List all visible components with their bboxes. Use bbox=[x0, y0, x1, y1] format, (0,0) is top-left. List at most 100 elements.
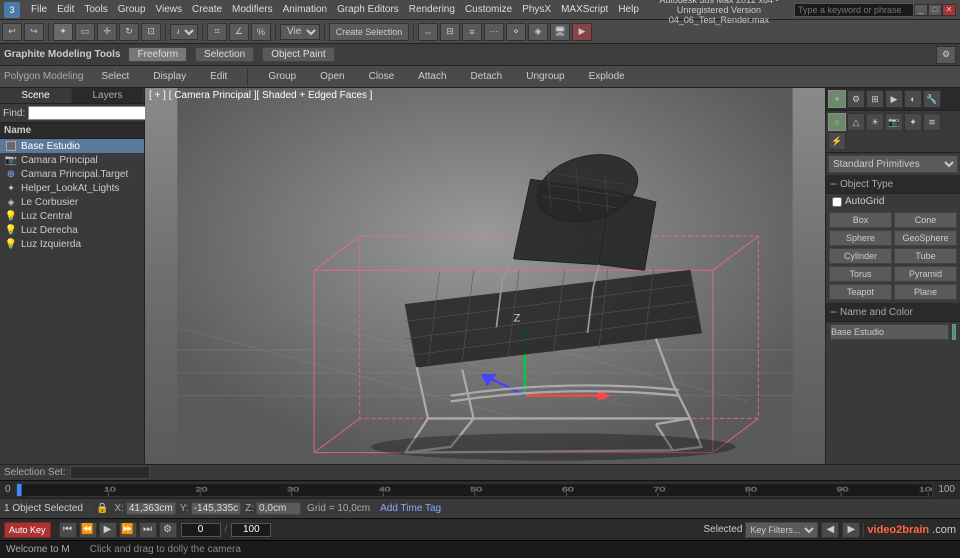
rotate-button[interactable]: ↻ bbox=[119, 23, 139, 41]
utilities-icon[interactable]: 🔧 bbox=[923, 90, 941, 108]
display-icon[interactable]: ◐ bbox=[904, 90, 922, 108]
mirror-button[interactable]: ⇔ bbox=[418, 23, 438, 41]
sphere-button[interactable]: Sphere bbox=[829, 230, 892, 246]
current-frame-input[interactable] bbox=[181, 523, 221, 537]
scene-item-luz-derecha[interactable]: 💡 Luz Derecha bbox=[0, 223, 144, 237]
menu-views[interactable]: Views bbox=[151, 4, 188, 15]
scene-item-camera-principal[interactable]: 📷 Camara Principal bbox=[0, 153, 144, 167]
search-input[interactable] bbox=[794, 3, 914, 17]
snap-percent-button[interactable]: % bbox=[251, 23, 271, 41]
plane-button[interactable]: Plane bbox=[894, 284, 957, 300]
systems-icon[interactable]: ⚡ bbox=[828, 132, 846, 150]
prev-frame-button[interactable]: ⏪ bbox=[79, 522, 97, 538]
viewport[interactable]: [ + ] [ Camera Principal ][ Shaded + Edg… bbox=[145, 88, 825, 464]
menu-rendering[interactable]: Rendering bbox=[404, 4, 460, 15]
geometry-icon[interactable]: ○ bbox=[828, 113, 846, 131]
minimize-button[interactable]: _ bbox=[914, 4, 928, 16]
graphite-tab-object-paint[interactable]: Object Paint bbox=[262, 47, 334, 62]
collapse-icon[interactable]: − bbox=[830, 177, 837, 191]
poly-select-btn[interactable]: Select bbox=[96, 70, 136, 83]
cone-button[interactable]: Cone bbox=[894, 212, 957, 228]
menu-maxscript[interactable]: MAXScript bbox=[556, 4, 613, 15]
select-object-button[interactable]: ✦ bbox=[53, 23, 73, 41]
menu-physx[interactable]: PhysX bbox=[517, 4, 556, 15]
motion-icon[interactable]: ▶ bbox=[885, 90, 903, 108]
select-region-button[interactable]: ▭ bbox=[75, 23, 95, 41]
poly-detach-btn[interactable]: Detach bbox=[465, 70, 509, 83]
snap-angle-button[interactable]: ∠ bbox=[229, 23, 249, 41]
play-options-button[interactable]: ⚙ bbox=[159, 522, 177, 538]
tube-button[interactable]: Tube bbox=[894, 248, 957, 264]
filter-select[interactable]: All bbox=[170, 24, 198, 40]
torus-button[interactable]: Torus bbox=[829, 266, 892, 282]
maximize-button[interactable]: □ bbox=[928, 4, 942, 16]
spacewarps-icon[interactable]: ≋ bbox=[923, 113, 941, 131]
viewport-canvas[interactable]: Z bbox=[145, 88, 825, 464]
menu-group[interactable]: Group bbox=[113, 4, 151, 15]
prev-key-button[interactable]: ◀ bbox=[821, 522, 839, 538]
undo-button[interactable]: ↩ bbox=[2, 23, 22, 41]
poly-close-btn[interactable]: Close bbox=[363, 70, 401, 83]
poly-group-btn[interactable]: Group bbox=[262, 70, 302, 83]
select-move-button[interactable]: ✛ bbox=[97, 23, 117, 41]
lights-icon[interactable]: ☀ bbox=[866, 113, 884, 131]
next-key-button[interactable]: ▶ bbox=[842, 522, 860, 538]
shapes-icon[interactable]: △ bbox=[847, 113, 865, 131]
menu-edit[interactable]: Edit bbox=[52, 4, 79, 15]
modify-icon[interactable]: ⚙ bbox=[847, 90, 865, 108]
cylinder-button[interactable]: Cylinder bbox=[829, 248, 892, 264]
scene-item-camera-target[interactable]: ⊕ Camara Principal.Target bbox=[0, 167, 144, 181]
scene-item-base-estudio[interactable]: Base Estudio bbox=[0, 139, 144, 153]
menu-help[interactable]: Help bbox=[613, 4, 644, 15]
auto-key-button[interactable]: Auto Key bbox=[4, 522, 51, 538]
material-editor-button[interactable]: ◈ bbox=[528, 23, 548, 41]
poly-attach-btn[interactable]: Attach bbox=[412, 70, 452, 83]
menu-animation[interactable]: Animation bbox=[278, 4, 332, 15]
graphite-tab-selection[interactable]: Selection bbox=[195, 47, 254, 62]
hierarchy-icon[interactable]: ⊞ bbox=[866, 90, 884, 108]
scene-item-le-corbusier[interactable]: ◈ Le Corbusier bbox=[0, 195, 144, 209]
selection-set-input[interactable] bbox=[70, 466, 150, 479]
redo-button[interactable]: ↪ bbox=[24, 23, 44, 41]
go-end-button[interactable]: ⏭ bbox=[139, 522, 157, 538]
menu-create[interactable]: Create bbox=[187, 4, 227, 15]
layer-button[interactable]: ≡ bbox=[462, 23, 482, 41]
poly-edit-btn[interactable]: Edit bbox=[204, 70, 233, 83]
cameras-icon[interactable]: 📷 bbox=[885, 113, 903, 131]
snap-3d-button[interactable]: ⌗ bbox=[207, 23, 227, 41]
color-swatch[interactable] bbox=[952, 324, 956, 340]
poly-explode-btn[interactable]: Explode bbox=[583, 70, 631, 83]
helpers-icon[interactable]: ✦ bbox=[904, 113, 922, 131]
pyramid-button[interactable]: Pyramid bbox=[894, 266, 957, 282]
timeline-track[interactable]: 10 20 30 40 50 60 70 80 90 100 bbox=[16, 483, 934, 497]
primitives-select[interactable]: Standard Primitives bbox=[828, 155, 958, 173]
box-button[interactable]: Box bbox=[829, 212, 892, 228]
poly-display-btn[interactable]: Display bbox=[147, 70, 192, 83]
close-button[interactable]: ✕ bbox=[942, 4, 956, 16]
add-time-tag[interactable]: Add Time Tag bbox=[380, 503, 441, 514]
render-button[interactable]: ▶ bbox=[572, 23, 592, 41]
teapot-button[interactable]: Teapot bbox=[829, 284, 892, 300]
scene-item-luz-izquierda[interactable]: 💡 Luz Izquierda bbox=[0, 237, 144, 251]
graphite-tab-freeform[interactable]: Freeform bbox=[128, 47, 187, 62]
layers-tab[interactable]: Layers bbox=[72, 88, 144, 103]
go-start-button[interactable]: ⏮ bbox=[59, 522, 77, 538]
autogrid-checkbox[interactable] bbox=[832, 197, 842, 207]
scene-item-helper[interactable]: ✦ Helper_LookAt_Lights bbox=[0, 181, 144, 195]
next-frame-button[interactable]: ⏩ bbox=[119, 522, 137, 538]
menu-file[interactable]: File bbox=[26, 4, 52, 15]
align-button[interactable]: ⊟ bbox=[440, 23, 460, 41]
poly-ungroup-btn[interactable]: Ungroup bbox=[520, 70, 570, 83]
scale-button[interactable]: ⊡ bbox=[141, 23, 161, 41]
total-frames-input[interactable] bbox=[231, 523, 271, 537]
poly-open-btn[interactable]: Open bbox=[314, 70, 350, 83]
curve-editor-button[interactable]: ⋯ bbox=[484, 23, 504, 41]
menu-customize[interactable]: Customize bbox=[460, 4, 517, 15]
collapse-icon-2[interactable]: − bbox=[830, 305, 837, 319]
viewport-select[interactable]: View bbox=[280, 24, 320, 40]
key-filters-select[interactable]: Key Filters... bbox=[745, 522, 818, 538]
menu-modifiers[interactable]: Modifiers bbox=[227, 4, 278, 15]
create-icon[interactable]: + bbox=[828, 90, 846, 108]
named-sel-button[interactable]: Create Selection bbox=[329, 23, 409, 41]
menu-graph-editors[interactable]: Graph Editors bbox=[332, 4, 404, 15]
